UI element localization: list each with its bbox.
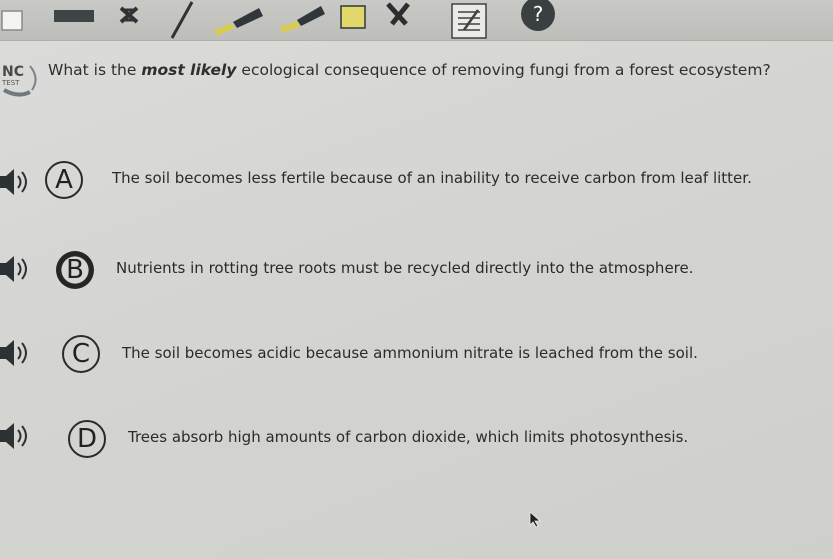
option-letter-b[interactable]: B: [56, 251, 94, 289]
help-label: ?: [533, 2, 544, 26]
marker-icon[interactable]: [273, 0, 333, 40]
mouse-cursor-icon: [529, 511, 542, 528]
option-text-c[interactable]: The soil becomes acidic because ammonium…: [122, 344, 698, 362]
highlighter-icon[interactable]: [205, 0, 267, 40]
answer-option-a[interactable]: A The soil becomes less fertile because …: [0, 158, 833, 199]
highlight-bar-icon[interactable]: [52, 0, 98, 40]
speaker-icon[interactable]: [0, 422, 38, 450]
badge-nc-text: NC: [2, 64, 24, 80]
eliminate-icon[interactable]: [115, 0, 145, 40]
option-letter-c[interactable]: C: [62, 335, 100, 373]
question-prefix: What is the: [48, 61, 142, 79]
option-letter-d[interactable]: D: [68, 420, 106, 458]
option-letter-a[interactable]: A: [45, 161, 83, 199]
checkbox-icon[interactable]: [0, 0, 30, 40]
option-text-b[interactable]: Nutrients in rotting tree roots must be …: [116, 259, 694, 277]
option-text-a[interactable]: The soil becomes less fertile because of…: [112, 169, 752, 187]
answer-option-d[interactable]: D Trees absorb high amounts of carbon di…: [0, 418, 833, 458]
option-text-d[interactable]: Trees absorb high amounts of carbon diox…: [128, 428, 688, 446]
eraser-icon[interactable]: [380, 0, 420, 40]
pencil-icon[interactable]: [168, 0, 208, 40]
square-icon[interactable]: [338, 0, 374, 40]
speaker-icon[interactable]: [0, 339, 38, 367]
question-text: What is the most likely ecological conse…: [48, 61, 833, 79]
question-suffix: ecological consequence of removing fungi…: [236, 61, 771, 79]
answer-option-c[interactable]: C The soil becomes acidic because ammoni…: [0, 335, 833, 375]
help-icon[interactable]: ?: [518, 0, 558, 40]
notepad-icon[interactable]: [450, 0, 490, 40]
toolbar: ?: [0, 0, 833, 41]
speaker-icon[interactable]: [0, 255, 38, 283]
nc-test-badge: NC TEST: [0, 64, 38, 98]
speaker-icon[interactable]: [0, 168, 38, 196]
badge-test-text: TEST: [2, 79, 20, 87]
answer-option-b[interactable]: B Nutrients in rotting tree roots must b…: [0, 249, 833, 289]
question-emphasis: most likely: [141, 61, 237, 79]
